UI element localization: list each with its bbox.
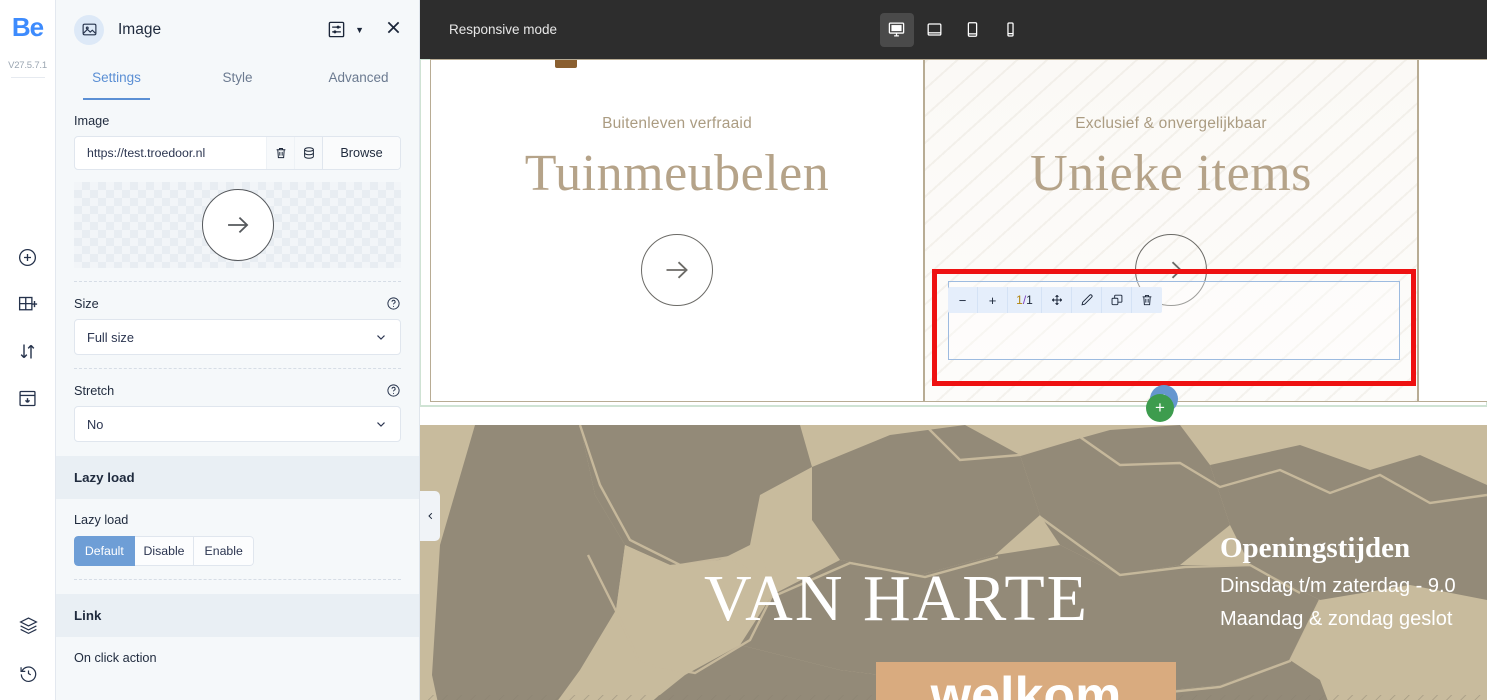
tab-advanced[interactable]: Advanced [298, 59, 419, 100]
app-root: Be V27.5.7.1 Image ▼ Settings Style Adva… [0, 0, 1487, 700]
lazy-load-option-enable[interactable]: Enable [194, 536, 254, 566]
lazy-load-label: Lazy load [74, 513, 129, 527]
rail-icon-group [17, 246, 39, 409]
lazy-load-segmented: Default Disable Enable [74, 536, 254, 566]
card-eyebrow: Buitenleven verfraaid [602, 115, 752, 132]
size-value: Full size [87, 329, 134, 345]
increase-button[interactable]: + [978, 287, 1008, 313]
section-lazy-load: Lazy load [56, 456, 419, 499]
image-url-row: https://test.troedoor.nl Browse [74, 136, 401, 170]
opening-hours-line-2: Maandag & zondag geslot [1220, 608, 1453, 630]
stretch-field-group: Stretch No [56, 369, 419, 442]
chevron-left-icon[interactable] [420, 491, 440, 541]
furniture-image-fragment [555, 60, 577, 68]
arrow-right-icon[interactable] [641, 234, 713, 307]
chevron-down-icon [377, 335, 385, 340]
add-section-button[interactable]: + [1146, 394, 1174, 422]
opening-hours-title: Openingstijden [1220, 532, 1411, 564]
panel-body: Image https://test.troedoor.nl Browse Si… [56, 100, 419, 700]
panel-header: Image ▼ [56, 0, 419, 59]
responsive-topbar: Responsive mode [420, 0, 1487, 59]
duplicate-icon[interactable] [1102, 287, 1132, 313]
lazy-load-field-group: Lazy load Default Disable Enable [56, 499, 419, 566]
responsive-mode-label: Responsive mode [449, 22, 558, 37]
stretch-label: Stretch [74, 383, 115, 398]
canvas-area: Responsive mode Buitenleven verfraaid Tu… [420, 0, 1487, 700]
add-circle-icon[interactable] [17, 246, 39, 268]
page-title: Image [118, 20, 162, 38]
chevron-down-icon[interactable]: ▼ [355, 25, 364, 35]
fraction-numerator: 1 [1016, 293, 1023, 307]
close-icon[interactable] [384, 18, 403, 42]
column-fraction-indicator[interactable]: 1/1 [1008, 287, 1042, 313]
map-heading: VAN HARTE [704, 562, 1089, 635]
section-link: Link [56, 594, 419, 637]
opening-hours-line-1: Dinsdag t/m zaterdag - 9.0 [1220, 575, 1456, 597]
panel-tabs: Settings Style Advanced [56, 59, 419, 100]
welkom-text: welkom [930, 667, 1122, 700]
promo-card-tuinmeubelen[interactable]: Buitenleven verfraaid Tuinmeubelen [430, 59, 924, 402]
stretch-select[interactable]: No [74, 406, 401, 442]
move-icon[interactable] [1042, 287, 1072, 313]
image-field-group: Image https://test.troedoor.nl Browse [56, 100, 419, 170]
database-icon[interactable] [294, 137, 322, 169]
help-circle-icon[interactable] [386, 296, 401, 311]
layers-icon[interactable] [17, 614, 39, 636]
arrow-right-circle [201, 189, 274, 261]
add-section-icon[interactable] [17, 293, 39, 315]
image-icon [74, 14, 104, 45]
element-toolbar: − + 1/1 [948, 287, 1162, 313]
decrease-button[interactable]: − [948, 287, 978, 313]
welkom-banner: welkom [876, 662, 1176, 700]
lazy-load-option-default[interactable]: Default [74, 536, 135, 566]
left-icon-rail: Be V27.5.7.1 [0, 0, 56, 700]
stretch-value: No [87, 416, 104, 432]
image-field-label: Image [74, 114, 110, 128]
history-icon[interactable] [17, 662, 39, 684]
image-preview[interactable] [74, 182, 401, 268]
pencil-icon[interactable] [1072, 287, 1102, 313]
divider [74, 579, 401, 580]
chevron-down-icon [377, 422, 385, 427]
trash-icon[interactable] [1132, 287, 1162, 313]
lazy-load-option-disable[interactable]: Disable [134, 536, 195, 566]
insert-block-icon[interactable] [17, 387, 39, 409]
size-label: Size [74, 296, 99, 311]
section-gap [420, 406, 1487, 425]
map-footer-section[interactable]: VAN HARTE welkom Openingstijden Dinsdag … [420, 425, 1487, 700]
on-click-action-label: On click action [74, 651, 157, 665]
tab-settings[interactable]: Settings [56, 59, 177, 100]
mobile-icon[interactable] [994, 13, 1028, 47]
brand-logo[interactable]: Be [12, 14, 44, 40]
help-circle-icon[interactable] [386, 383, 401, 398]
canvas-stage: Buitenleven verfraaid Tuinmeubelen Exclu… [420, 59, 1487, 700]
card-title: Tuinmeubelen [524, 145, 830, 202]
card-eyebrow: Exclusief & onvergelijkbaar [1075, 115, 1267, 132]
promo-card-partial[interactable] [1418, 59, 1487, 402]
card-title: Unieke items [1030, 145, 1312, 202]
opening-hours-block: Openingstijden Dinsdag t/m zaterdag - 9.… [1220, 532, 1456, 631]
rail-icon-group-bottom [0, 614, 56, 684]
size-select[interactable]: Full size [74, 319, 401, 355]
reorder-icon[interactable] [17, 340, 39, 362]
fraction-denominator: 1 [1026, 293, 1033, 307]
image-url-input[interactable]: https://test.troedoor.nl [75, 137, 266, 169]
rail-divider [10, 77, 45, 78]
tablet-icon[interactable] [956, 13, 990, 47]
size-field-group: Size Full size [56, 282, 419, 355]
trash-icon[interactable] [266, 137, 294, 169]
tablet-landscape-icon[interactable] [918, 13, 952, 47]
browse-button[interactable]: Browse [322, 137, 400, 169]
tab-style[interactable]: Style [177, 59, 298, 100]
sliders-icon[interactable] [327, 20, 346, 39]
on-click-field-group: On click action [56, 637, 419, 665]
section-gap-line [420, 406, 1487, 407]
version-label: V27.5.7.1 [8, 60, 47, 71]
device-switcher [879, 12, 1028, 47]
settings-panel: Image ▼ Settings Style Advanced Image ht… [56, 0, 420, 700]
desktop-icon[interactable] [879, 12, 914, 47]
